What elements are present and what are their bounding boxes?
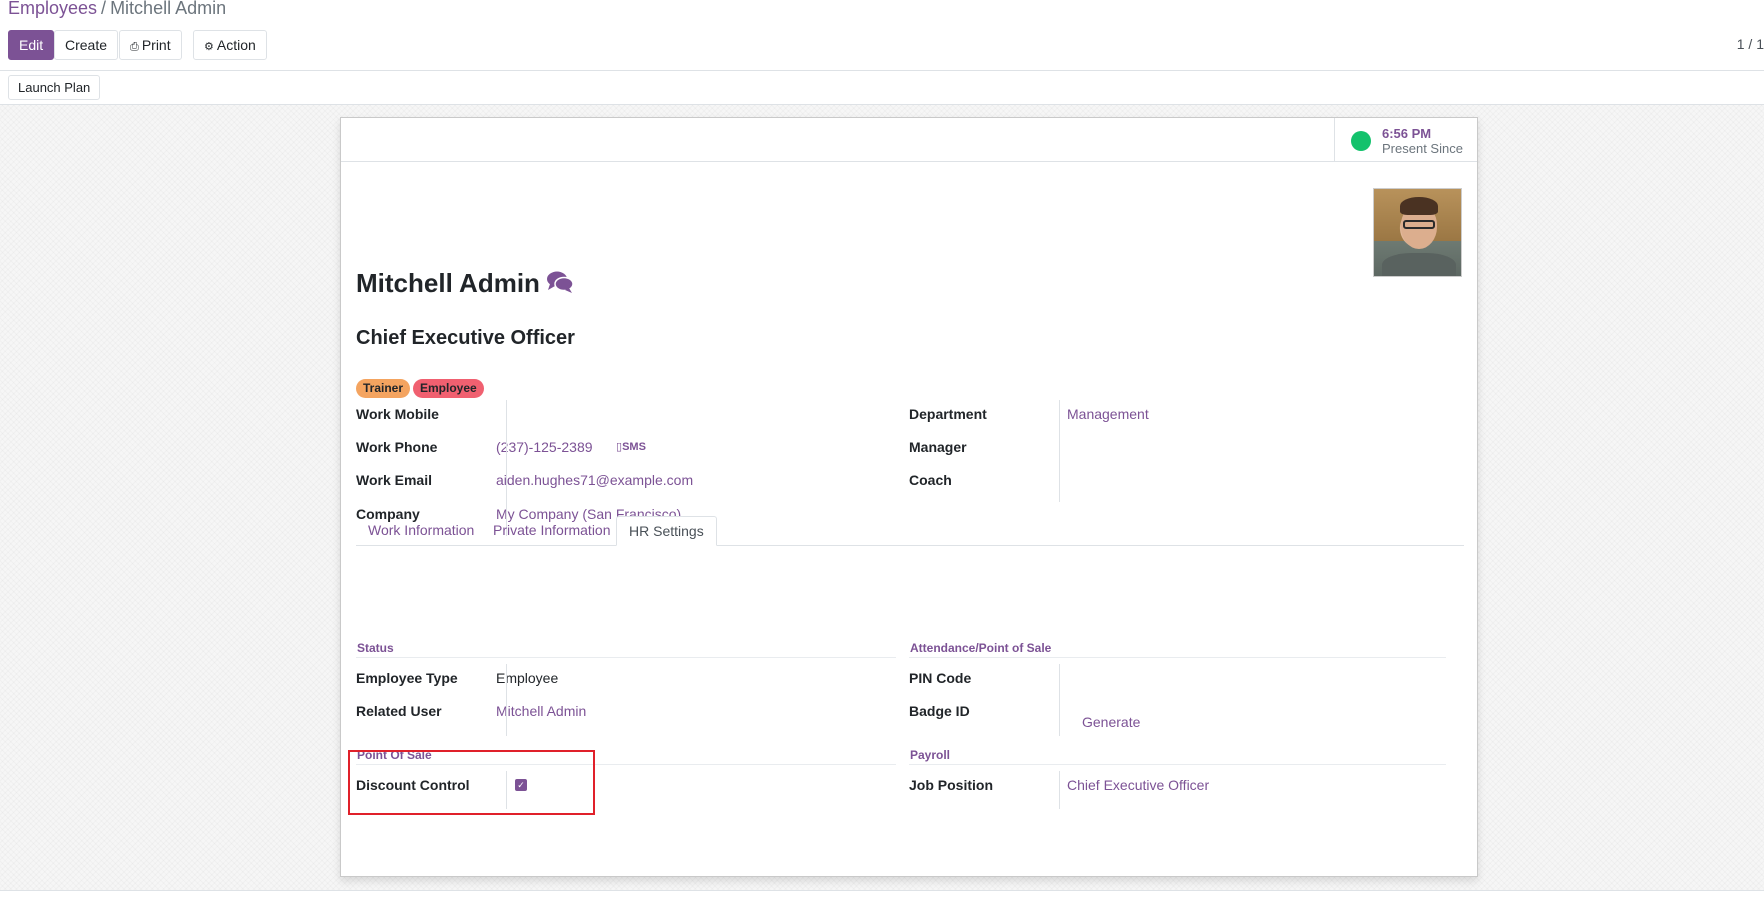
gear-icon: ⚙ bbox=[204, 41, 214, 53]
avatar-glasses bbox=[1403, 220, 1435, 229]
status-divider bbox=[506, 664, 507, 736]
status-group-line bbox=[356, 657, 896, 658]
print-button[interactable]: ⎙ Print bbox=[119, 30, 182, 60]
status-group-title: Status bbox=[357, 641, 394, 655]
payroll-group-title: Payroll bbox=[910, 748, 951, 762]
pos-divider bbox=[506, 771, 507, 809]
breadcrumb-separator: / bbox=[101, 0, 107, 18]
employee-avatar[interactable] bbox=[1373, 188, 1462, 277]
create-button-label: Create bbox=[65, 37, 108, 53]
breadcrumb: Employees / Mitchell Admin bbox=[8, 0, 226, 19]
work-mobile-label: Work Mobile bbox=[356, 406, 439, 422]
payroll-divider bbox=[1059, 771, 1060, 809]
checkmark-icon: ✓ bbox=[517, 780, 525, 790]
tag-employee[interactable]: Employee bbox=[413, 379, 484, 398]
tab-private-information[interactable]: Private Information bbox=[481, 516, 623, 546]
tag-trainer[interactable]: Trainer bbox=[356, 379, 411, 398]
manager-label: Manager bbox=[909, 439, 967, 455]
presence-button[interactable]: 6:56 PM Present Since bbox=[1334, 118, 1477, 162]
employee-name: Mitchell Admin bbox=[356, 268, 540, 298]
action-button[interactable]: ⚙ Action bbox=[193, 30, 267, 60]
pos-group-title: Point Of Sale bbox=[357, 748, 432, 762]
badge-id-label: Badge ID bbox=[909, 703, 970, 719]
avatar-hair bbox=[1400, 197, 1438, 215]
breadcrumb-current: Mitchell Admin bbox=[110, 0, 227, 18]
attendance-divider bbox=[1059, 664, 1060, 736]
launch-plan-label: Launch Plan bbox=[18, 80, 91, 95]
payroll-group-line bbox=[909, 764, 1446, 765]
action-button-label: Action bbox=[216, 37, 256, 53]
launch-plan-button[interactable]: Launch Plan bbox=[8, 75, 101, 100]
attendance-group-line bbox=[909, 657, 1446, 658]
edit-button[interactable]: Edit bbox=[8, 30, 55, 60]
work-email-link[interactable]: aiden.hughes71@example.com bbox=[496, 472, 693, 488]
print-icon: ⎙ bbox=[130, 41, 139, 53]
pager-value[interactable]: 1 / 1 bbox=[1737, 36, 1764, 52]
chat-icon[interactable] bbox=[546, 269, 574, 295]
employee-type-label: Employee Type bbox=[356, 670, 458, 686]
create-button[interactable]: Create bbox=[54, 30, 119, 60]
breadcrumb-employees-link[interactable]: Employees bbox=[8, 0, 97, 18]
discount-control-checkbox[interactable]: ✓ bbox=[515, 779, 527, 791]
work-phone-link[interactable]: (237)-125-2389 bbox=[496, 439, 593, 455]
department-link[interactable]: Management bbox=[1067, 406, 1149, 422]
work-email-label: Work Email bbox=[356, 472, 432, 488]
pin-code-label: PIN Code bbox=[909, 670, 972, 686]
print-button-label: Print bbox=[141, 37, 171, 53]
presence-status-icon bbox=[1351, 131, 1371, 151]
related-user-link[interactable]: Mitchell Admin bbox=[496, 703, 586, 719]
statusbar: Launch Plan bbox=[0, 71, 1764, 105]
work-phone-label: Work Phone bbox=[356, 439, 438, 455]
job-title: Chief Executive Officer bbox=[356, 327, 575, 349]
presence-time: 6:56 PM bbox=[1382, 126, 1432, 141]
presence-label: Present Since bbox=[1382, 141, 1463, 156]
contact-right-divider bbox=[1059, 400, 1060, 502]
sms-label: SMS bbox=[622, 441, 646, 453]
form-background: 6:56 PM Present Since Mitchell Admin Chi… bbox=[0, 105, 1764, 891]
edit-button-label: Edit bbox=[19, 37, 44, 53]
pos-group-line bbox=[356, 764, 896, 765]
tab-work-information[interactable]: Work Information bbox=[356, 516, 486, 546]
smart-button-box: 6:56 PM Present Since bbox=[341, 118, 1477, 162]
tab-hr-settings[interactable]: HR Settings bbox=[616, 516, 717, 546]
attendance-group-title: Attendance/Point of Sale bbox=[910, 641, 1052, 655]
form-sheet: 6:56 PM Present Since Mitchell Admin Chi… bbox=[340, 117, 1478, 877]
discount-control-label: Discount Control bbox=[356, 777, 470, 793]
sms-button[interactable]: ▯SMS bbox=[616, 440, 646, 453]
generate-badge-button[interactable]: Generate bbox=[1082, 714, 1140, 730]
department-label: Department bbox=[909, 406, 987, 422]
job-position-link[interactable]: Chief Executive Officer bbox=[1067, 777, 1209, 793]
coach-label: Coach bbox=[909, 472, 952, 488]
related-user-label: Related User bbox=[356, 703, 442, 719]
job-position-label: Job Position bbox=[909, 777, 993, 793]
avatar-shirt bbox=[1382, 253, 1456, 276]
control-panel: Employees / Mitchell Admin Edit Create ⎙ Pr… bbox=[0, 0, 1764, 71]
